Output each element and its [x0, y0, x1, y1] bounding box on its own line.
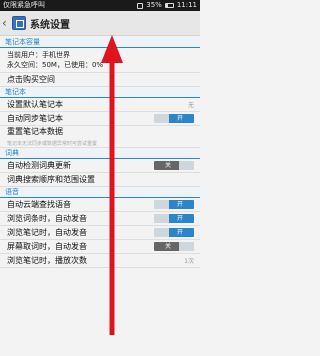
browse-words-row[interactable]: 浏览词条时，自动发音 开	[0, 212, 200, 226]
back-icon[interactable]: ‹	[2, 17, 10, 29]
cloud-voice-label: 自动云端查找语音	[7, 200, 71, 209]
toggle-text: 关	[164, 243, 171, 250]
default-notebook-row[interactable]: 设置默认笔记本 无	[0, 98, 200, 112]
settings-list[interactable]: 笔记本容量 当前用户：手机世界 永久空间：50M，已使用：0% 点击购买空间 笔…	[0, 37, 200, 356]
toggle-text: 开	[176, 201, 183, 208]
toggle-text: 开	[176, 229, 183, 236]
auto-sync-toggle[interactable]: 开	[154, 114, 194, 123]
rebuild-label: 重置笔记本数据	[7, 127, 63, 136]
browse-words-toggle[interactable]: 开	[154, 214, 194, 223]
auto-sync-row[interactable]: 自动同步笔记本 开	[0, 112, 200, 126]
toggle-text: 开	[176, 115, 183, 122]
account-info: 当前用户：手机世界 永久空间：50M，已使用：0%	[0, 48, 200, 73]
rebuild-subtext: 笔记本无法同步或数据异常时可尝试重置	[7, 141, 98, 147]
browse-more-value: 1次	[184, 258, 194, 265]
purchase-space-row[interactable]: 点击购买空间	[0, 73, 200, 87]
browse-notes-toggle[interactable]: 开	[154, 228, 194, 237]
toggle-text: 关	[164, 162, 171, 169]
battery-percent: 35%	[146, 1, 162, 9]
dict-order-label: 词典搜索顺序和范围设置	[7, 175, 95, 184]
cloud-voice-row[interactable]: 自动云端查找语音 开	[0, 198, 200, 212]
screen-words-toggle[interactable]: 关	[154, 242, 194, 251]
default-notebook-label: 设置默认笔记本	[7, 100, 63, 109]
app-bar: ‹ 系统设置	[0, 11, 200, 36]
battery-icon	[164, 3, 174, 8]
wifi-icon	[137, 2, 144, 9]
rebuild-row[interactable]: 重置笔记本数据 笔记本无法同步或数据异常时可尝试重置	[0, 126, 200, 148]
screen-words-label: 屏幕取词时，自动发音	[7, 242, 87, 251]
current-user: 当前用户：手机世界	[7, 51, 70, 59]
section-header-dictionary: 词典	[0, 148, 200, 159]
toggle-text: 开	[176, 215, 183, 222]
section-header-capacity: 笔记本容量	[0, 37, 200, 48]
default-notebook-value: 无	[187, 102, 194, 109]
app-logo-icon	[12, 16, 26, 30]
browse-words-label: 浏览词条时，自动发音	[7, 214, 87, 223]
storage-space: 永久空间：50M，已使用：0%	[7, 61, 104, 69]
page-title: 系统设置	[30, 19, 70, 31]
clock: 11:11	[176, 1, 197, 9]
cloud-voice-toggle[interactable]: 开	[154, 200, 194, 209]
dict-order-row[interactable]: 词典搜索顺序和范围设置	[0, 173, 200, 187]
carrier-status: 仅限紧急呼叫	[3, 1, 45, 9]
dict-update-label: 自动检测词典更新	[7, 161, 71, 170]
dict-update-row[interactable]: 自动检测词典更新 关	[0, 159, 200, 173]
purchase-space-label: 点击购买空间	[7, 75, 55, 84]
browse-more-row[interactable]: 浏览笔记时，播放次数 1次	[0, 254, 200, 268]
browse-notes-row[interactable]: 浏览笔记时，自动发音 开	[0, 226, 200, 240]
auto-sync-label: 自动同步笔记本	[7, 114, 63, 123]
browse-more-label: 浏览笔记时，播放次数	[7, 256, 87, 265]
status-bar: 仅限紧急呼叫 35% 11:11	[0, 0, 200, 11]
section-header-voice: 语音	[0, 187, 200, 198]
section-header-notebook: 笔记本	[0, 87, 200, 98]
screen-words-row[interactable]: 屏幕取词时，自动发音 关	[0, 240, 200, 254]
dict-update-toggle[interactable]: 关	[154, 161, 194, 170]
browse-notes-label: 浏览笔记时，自动发音	[7, 228, 87, 237]
